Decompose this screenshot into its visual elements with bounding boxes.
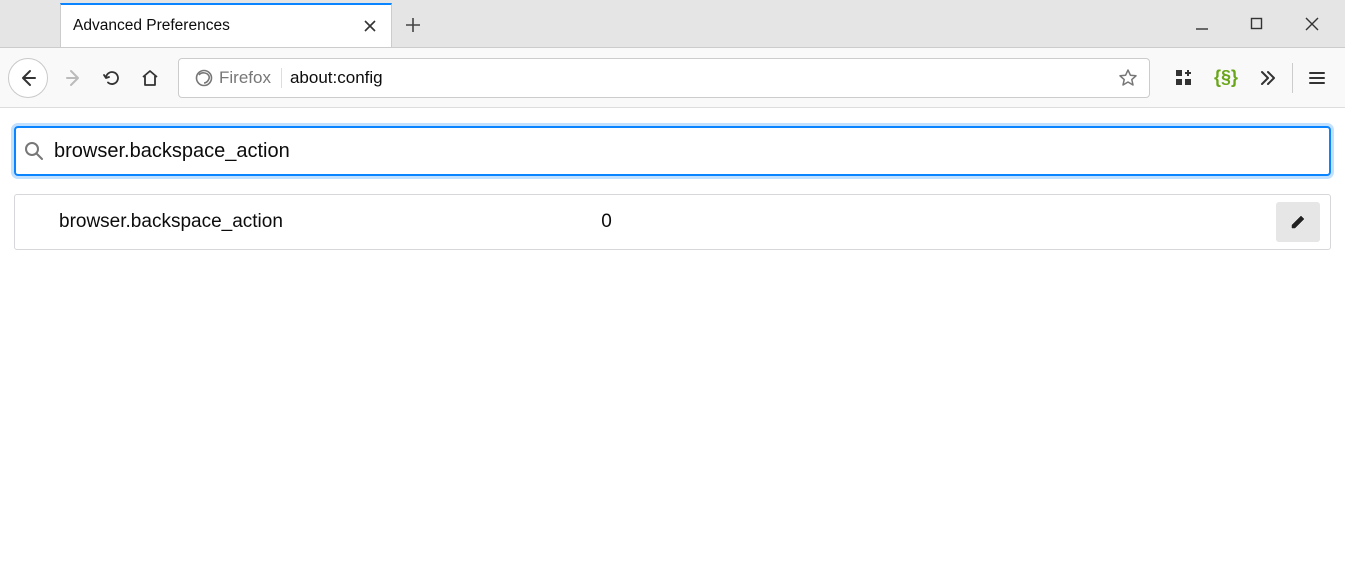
- extension-greasemonkey-button[interactable]: {§}: [1206, 60, 1246, 96]
- forward-button[interactable]: [56, 60, 92, 96]
- url-bar[interactable]: Firefox about:config: [178, 58, 1150, 98]
- close-icon: [1305, 17, 1319, 31]
- pref-edit-button[interactable]: [1276, 202, 1320, 242]
- config-search-input[interactable]: [54, 140, 1321, 163]
- pencil-icon: [1289, 213, 1307, 231]
- forward-arrow-icon: [65, 69, 83, 87]
- firefox-brand-icon: [195, 69, 213, 87]
- close-icon: [363, 19, 377, 33]
- star-icon: [1118, 68, 1138, 88]
- close-window-button[interactable]: [1284, 4, 1339, 44]
- extension-tiles-button[interactable]: [1164, 60, 1204, 96]
- pref-name: browser.backspace_action: [59, 211, 601, 233]
- home-button[interactable]: [132, 60, 168, 96]
- script-extension-icon: {§}: [1214, 67, 1238, 88]
- pref-value: 0: [601, 211, 1276, 233]
- maximize-icon: [1250, 17, 1263, 30]
- home-icon: [140, 68, 160, 88]
- chevron-double-right-icon: [1259, 69, 1277, 87]
- window-controls: [1174, 0, 1345, 47]
- tab-advanced-preferences[interactable]: Advanced Preferences: [60, 3, 392, 47]
- toolbar-separator: [1292, 63, 1293, 93]
- close-tab-button[interactable]: [361, 17, 379, 35]
- hamburger-icon: [1308, 69, 1326, 87]
- titlebar: Advanced Preferences: [0, 0, 1345, 48]
- identity-label: Firefox: [219, 68, 271, 88]
- minimize-icon: [1195, 17, 1209, 31]
- config-search-box[interactable]: [14, 126, 1331, 176]
- back-arrow-icon: [18, 68, 38, 88]
- bookmark-star-button[interactable]: [1113, 60, 1143, 96]
- tab-title: Advanced Preferences: [73, 17, 361, 35]
- url-text: about:config: [290, 68, 1113, 88]
- plus-icon: [405, 17, 421, 33]
- pref-row[interactable]: browser.backspace_action 0: [14, 194, 1331, 250]
- new-tab-button[interactable]: [392, 3, 434, 47]
- tabs-strip: Advanced Preferences: [0, 0, 1174, 47]
- toolbar-right: {§}: [1164, 60, 1337, 96]
- app-menu-button[interactable]: [1297, 60, 1337, 96]
- tiles-plus-icon: [1175, 69, 1193, 87]
- overflow-button[interactable]: [1248, 60, 1288, 96]
- nav-toolbar: Firefox about:config {§}: [0, 48, 1345, 108]
- back-button[interactable]: [8, 58, 48, 98]
- reload-button[interactable]: [94, 60, 130, 96]
- minimize-button[interactable]: [1174, 4, 1229, 44]
- maximize-button[interactable]: [1229, 4, 1284, 44]
- aboutconfig-content: browser.backspace_action 0: [0, 108, 1345, 268]
- search-icon: [24, 141, 44, 161]
- reload-icon: [103, 69, 121, 87]
- url-identity-box[interactable]: Firefox: [185, 68, 282, 88]
